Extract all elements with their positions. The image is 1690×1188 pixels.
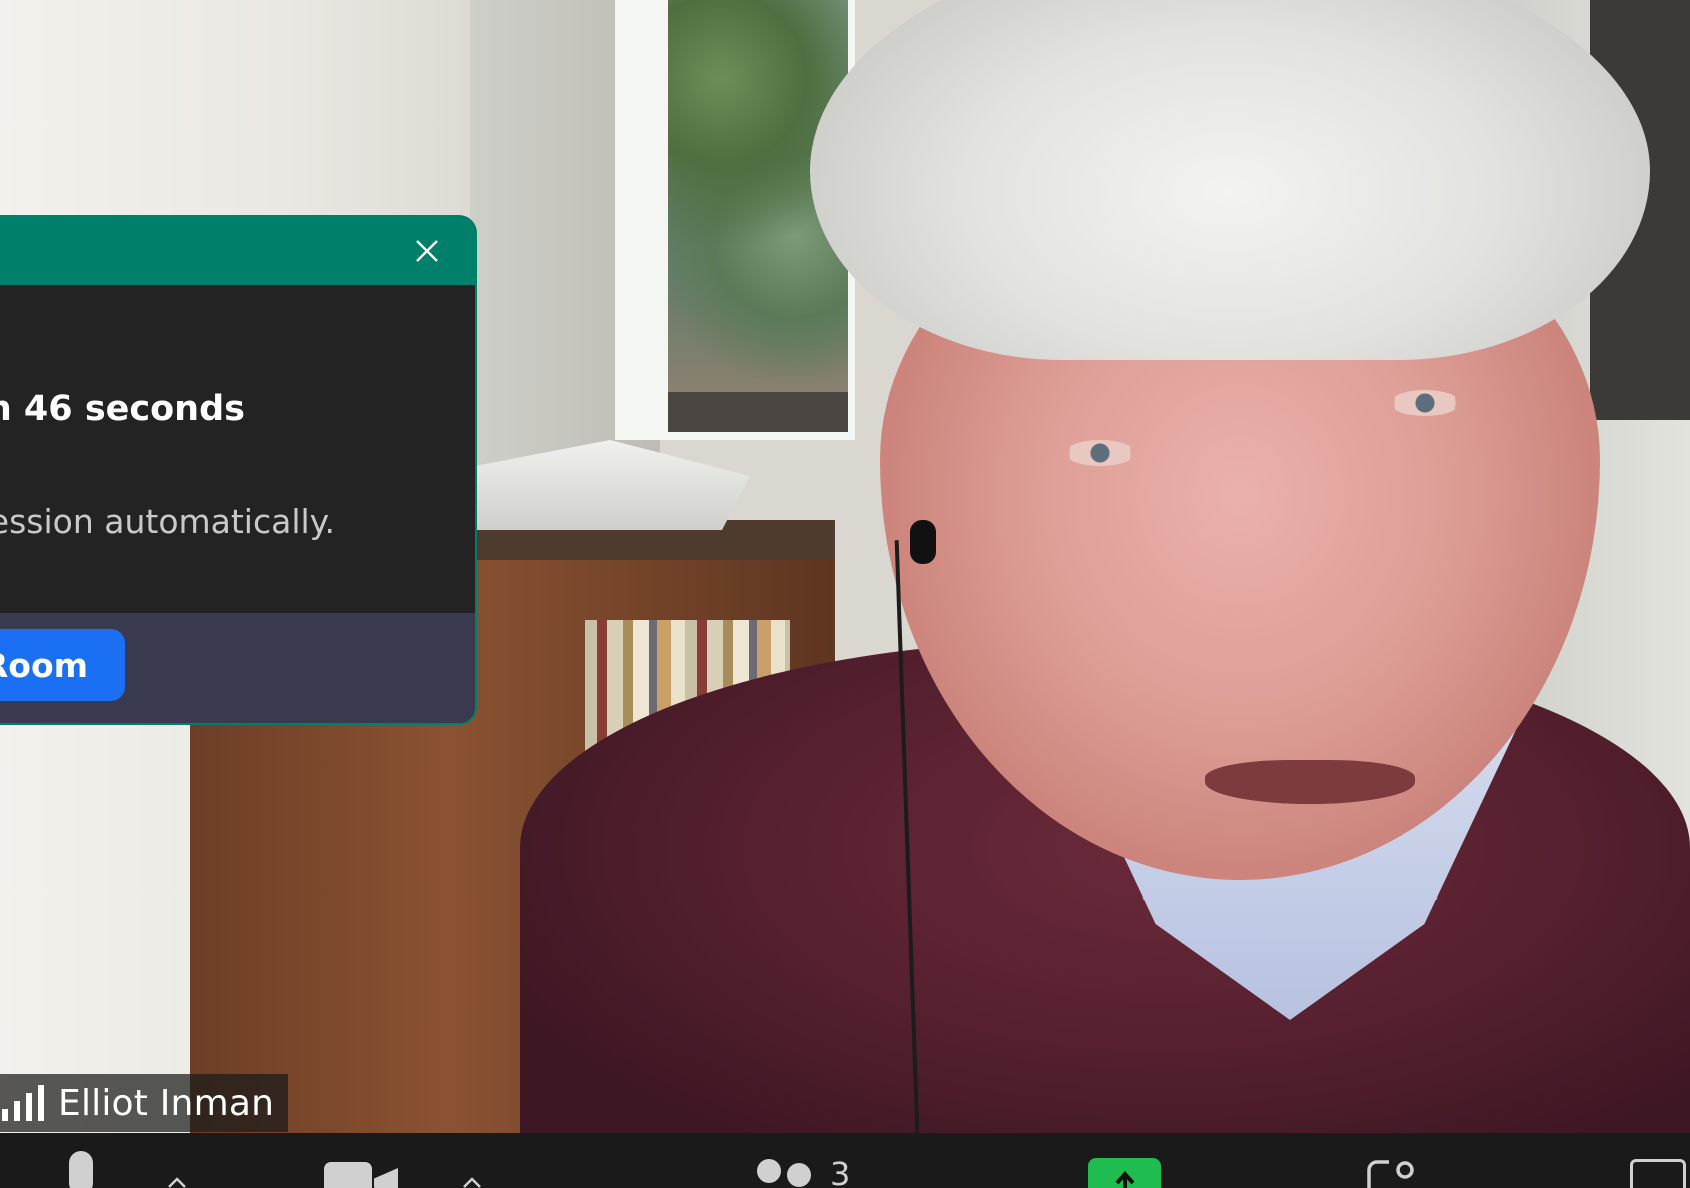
signal-bars-icon (0, 1085, 44, 1121)
breakout-room-dialog: e in 46 seconds session automatically. R… (0, 215, 477, 725)
earbud (910, 520, 936, 564)
dialog-message: session automatically. (0, 502, 335, 541)
participants-count: 3 (830, 1155, 851, 1188)
window-sill (668, 392, 848, 432)
record-icon[interactable] (1367, 1160, 1417, 1188)
person-mouth (1205, 760, 1415, 804)
microphone-icon[interactable] (62, 1151, 100, 1188)
chevron-up-icon[interactable] (166, 1173, 188, 1188)
room-button[interactable]: Room (0, 629, 125, 701)
participants-icon[interactable] (757, 1159, 827, 1188)
meeting-toolbar: 3 (0, 1133, 1690, 1188)
close-icon[interactable] (415, 239, 439, 263)
participant-name-tag: Elliot Inman (0, 1074, 289, 1132)
dialog-title: e in 46 seconds (0, 389, 245, 429)
person-eye-left (1065, 440, 1135, 466)
dialog-header (0, 217, 475, 285)
participant-name: Elliot Inman (58, 1082, 275, 1124)
dialog-footer: Room (0, 613, 475, 723)
person-eye-right (1390, 390, 1460, 416)
person-hair (810, 0, 1650, 360)
apps-icon[interactable] (1630, 1159, 1686, 1188)
video-camera-icon[interactable] (324, 1162, 398, 1188)
dialog-body: e in 46 seconds session automatically. (0, 285, 475, 613)
chevron-up-icon[interactable] (461, 1173, 483, 1188)
share-screen-icon[interactable] (1088, 1158, 1161, 1188)
